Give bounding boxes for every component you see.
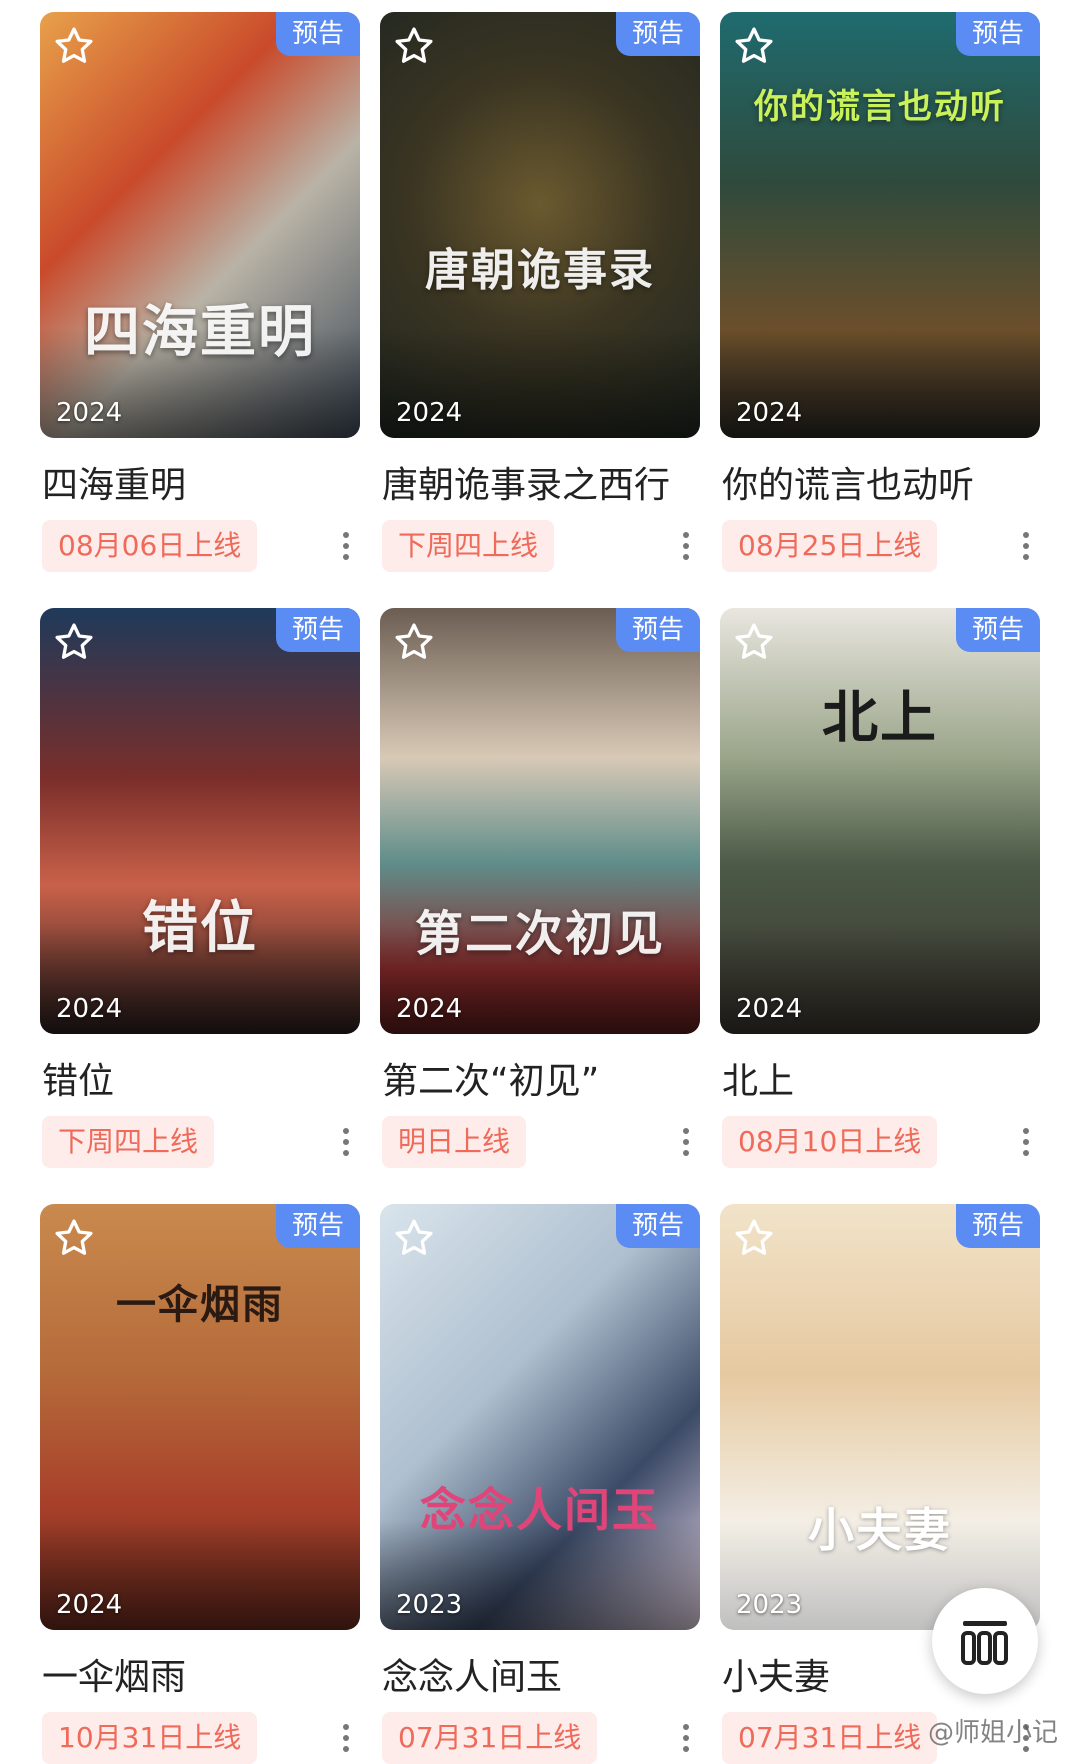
poster-image[interactable]: 念念人间玉 预告 2023 — [380, 1204, 700, 1630]
trailer-badge: 预告 — [276, 1204, 360, 1248]
star-outline-icon[interactable] — [52, 620, 96, 664]
star-outline-icon[interactable] — [392, 620, 436, 664]
poster-title-art: 四海重明 — [84, 299, 316, 365]
release-year: 2023 — [736, 1590, 803, 1620]
poster-title-art: 念念人间玉 — [420, 1483, 660, 1537]
release-date-pill: 下周四上线 — [382, 520, 555, 572]
trailer-badge: 预告 — [616, 608, 700, 652]
grid-view-icon — [961, 1621, 1008, 1665]
release-date-pill: 08月06日上线 — [42, 520, 258, 572]
release-year: 2024 — [396, 994, 463, 1024]
poster-title-art: 北上 — [822, 685, 938, 751]
poster-image[interactable]: 你的谎言也动听 预告 2024 — [720, 12, 1040, 438]
release-year: 2024 — [56, 398, 123, 428]
more-vertical-icon[interactable] — [680, 530, 692, 562]
release-year: 2024 — [56, 1590, 123, 1620]
poster-image[interactable]: 一伞烟雨 预告 2024 — [40, 1204, 360, 1630]
release-year: 2023 — [396, 1590, 463, 1620]
trailer-badge: 预告 — [276, 608, 360, 652]
poster-title-art: 你的谎言也动听 — [754, 87, 1006, 127]
release-date-pill: 下周四上线 — [42, 1116, 215, 1168]
more-vertical-icon[interactable] — [680, 1722, 692, 1754]
more-vertical-icon[interactable] — [680, 1126, 692, 1158]
release-year: 2024 — [396, 398, 463, 428]
drama-title[interactable]: 念念人间玉 — [382, 1648, 562, 1700]
drama-title[interactable]: 一伞烟雨 — [42, 1648, 186, 1700]
more-vertical-icon[interactable] — [340, 1722, 352, 1754]
release-date-pill: 明日上线 — [382, 1116, 527, 1168]
star-outline-icon[interactable] — [52, 24, 96, 68]
trailer-badge: 预告 — [616, 12, 700, 56]
more-vertical-icon[interactable] — [1020, 530, 1032, 562]
poster-image[interactable]: 第二次初见 预告 2024 — [380, 608, 700, 1034]
poster-image[interactable]: 小夫妻 预告 2023 — [720, 1204, 1040, 1630]
star-outline-icon[interactable] — [732, 620, 776, 664]
release-date-pill: 08月25日上线 — [722, 520, 938, 572]
poster-title-art: 唐朝诡事录 — [425, 245, 655, 296]
drama-title[interactable]: 错位 — [42, 1052, 114, 1104]
poster-image[interactable]: 北上 预告 2024 — [720, 608, 1040, 1034]
release-date-pill: 10月31日上线 — [42, 1712, 258, 1764]
poster-image[interactable]: 四海重明 预告 2024 — [40, 12, 360, 438]
drama-title[interactable]: 四海重明 — [42, 456, 186, 508]
star-outline-icon[interactable] — [392, 1216, 436, 1260]
poster-title-art: 错位 — [142, 895, 258, 961]
release-date-pill: 07月31日上线 — [382, 1712, 598, 1764]
star-outline-icon[interactable] — [732, 24, 776, 68]
trailer-badge: 预告 — [956, 1204, 1040, 1248]
trailer-badge: 预告 — [956, 12, 1040, 56]
star-outline-icon[interactable] — [392, 24, 436, 68]
trailer-badge: 预告 — [956, 608, 1040, 652]
more-vertical-icon[interactable] — [1020, 1126, 1032, 1158]
drama-title[interactable]: 北上 — [722, 1052, 794, 1104]
release-year: 2024 — [736, 994, 803, 1024]
watermark: @师姐小记 — [928, 1718, 1059, 1748]
poster-title-art: 小夫妻 — [808, 1503, 952, 1557]
star-outline-icon[interactable] — [52, 1216, 96, 1260]
trailer-badge: 预告 — [276, 12, 360, 56]
poster-image[interactable]: 错位 预告 2024 — [40, 608, 360, 1034]
drama-title[interactable]: 第二次“初见” — [382, 1052, 599, 1104]
drama-title[interactable]: 你的谎言也动听 — [722, 456, 974, 508]
view-toggle-button[interactable] — [932, 1588, 1038, 1694]
poster-image[interactable]: 唐朝诡事录 预告 2024 — [380, 12, 700, 438]
more-vertical-icon[interactable] — [340, 1126, 352, 1158]
drama-title[interactable]: 唐朝诡事录之西行 — [382, 456, 670, 508]
release-date-pill: 08月10日上线 — [722, 1116, 938, 1168]
release-year: 2024 — [736, 398, 803, 428]
more-vertical-icon[interactable] — [340, 530, 352, 562]
drama-title[interactable]: 小夫妻 — [722, 1648, 830, 1700]
star-outline-icon[interactable] — [732, 1216, 776, 1260]
poster-title-art: 第二次初见 — [414, 906, 665, 962]
trailer-badge: 预告 — [616, 1204, 700, 1248]
release-date-pill: 07月31日上线 — [722, 1712, 938, 1764]
poster-title-art: 一伞烟雨 — [116, 1281, 284, 1328]
release-year: 2024 — [56, 994, 123, 1024]
